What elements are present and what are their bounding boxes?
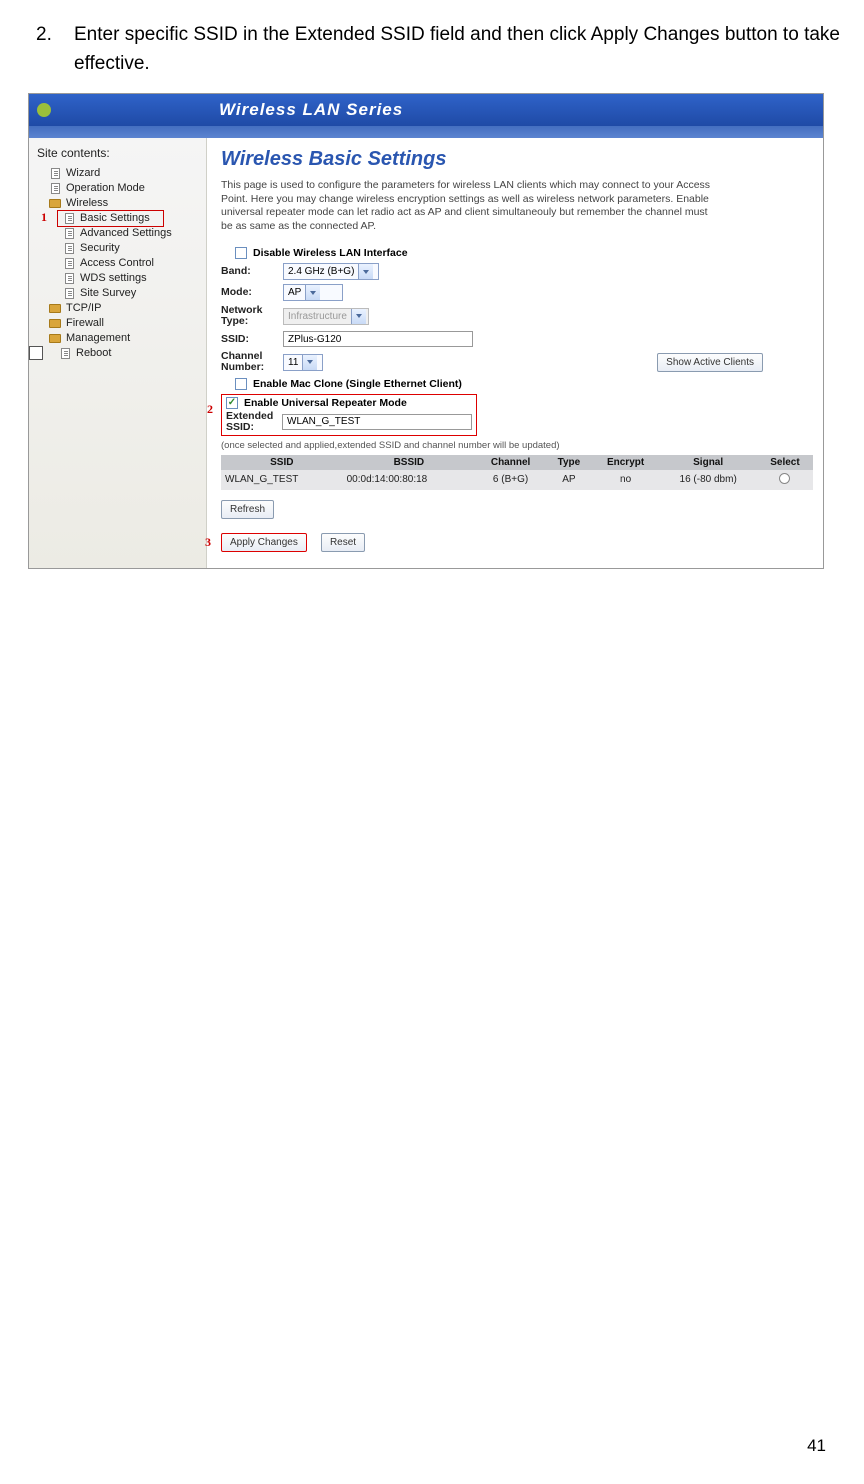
instruction-text: 2. Enter specific SSID in the Extended S… (36, 20, 840, 79)
ext-ssid-label: Extended SSID: (226, 411, 282, 433)
sidebar-item-reboot[interactable]: Reboot (33, 346, 202, 361)
callout-2: 2 (207, 402, 213, 417)
content-pane: Wireless Basic Settings This page is use… (207, 138, 823, 568)
sidebar-item-site-survey[interactable]: Site Survey (33, 286, 202, 301)
apply-changes-button[interactable]: Apply Changes (221, 533, 307, 552)
mac-clone-checkbox[interactable] (235, 378, 247, 390)
sidebar-item-access-control[interactable]: Access Control (33, 256, 202, 271)
folder-icon (49, 334, 61, 343)
col-channel: Channel (475, 455, 546, 470)
disable-wlan-label: Disable Wireless LAN Interface (253, 247, 408, 259)
disable-wlan-checkbox[interactable] (235, 247, 247, 259)
document-icon (65, 258, 74, 269)
nav-tree: Wizard Operation Mode Wireless 1Basic Se… (33, 166, 202, 361)
page-number: 41 (807, 1436, 826, 1456)
repeater-block: 2 Enable Universal Repeater Mode Extende… (221, 394, 813, 436)
app-title: Wireless LAN Series (209, 100, 823, 120)
instruction-body: Enter specific SSID in the Extended SSID… (74, 20, 840, 79)
callout-1: 1 (41, 210, 47, 225)
page-description: This page is used to configure the param… (221, 179, 721, 234)
network-type-select: Infrastructure (283, 308, 369, 325)
document-icon (65, 213, 74, 224)
update-note: (once selected and applied,extended SSID… (221, 440, 813, 451)
cell-channel: 6 (B+G) (475, 470, 546, 490)
document-icon (65, 243, 74, 254)
col-select: Select (757, 455, 813, 470)
document-icon (65, 288, 74, 299)
document-icon (61, 348, 70, 359)
ext-ssid-input[interactable]: WLAN_G_TEST (282, 414, 472, 430)
channel-select[interactable]: 11 (283, 354, 323, 371)
sidebar-item-management[interactable]: Management (33, 331, 202, 346)
cell-ssid: WLAN_G_TEST (221, 470, 343, 490)
cell-signal: 16 (-80 dbm) (659, 470, 757, 490)
document-icon (51, 168, 60, 179)
refresh-button[interactable]: Refresh (221, 500, 274, 519)
col-bssid: BSSID (343, 455, 476, 470)
highlight-box-2: Enable Universal Repeater Mode Extended … (221, 394, 477, 436)
folder-icon (49, 304, 61, 313)
mac-clone-label: Enable Mac Clone (Single Ethernet Client… (253, 378, 462, 390)
scan-table: SSID BSSID Channel Type Encrypt Signal S… (221, 455, 813, 490)
sidebar-item-advanced-settings[interactable]: Advanced Settings (33, 226, 202, 241)
logo-area (29, 94, 209, 126)
chevron-down-icon (302, 355, 317, 370)
instruction-number: 2. (36, 20, 74, 79)
cell-type: AP (546, 470, 592, 490)
repeater-checkbox[interactable] (226, 397, 238, 409)
sub-bar (29, 126, 823, 138)
repeater-label: Enable Universal Repeater Mode (244, 397, 407, 409)
sidebar-item-wireless[interactable]: Wireless (33, 196, 202, 211)
sidebar-item-basic-settings[interactable]: 1Basic Settings (33, 211, 202, 226)
col-encrypt: Encrypt (592, 455, 660, 470)
chevron-down-icon (358, 264, 373, 279)
sidebar-item-wizard[interactable]: Wizard (33, 166, 202, 181)
sidebar-item-wds-settings[interactable]: WDS settings (33, 271, 202, 286)
logo-icon (37, 103, 51, 117)
document-icon (51, 183, 60, 194)
sidebar-header: Site contents: (33, 144, 202, 166)
radio-icon[interactable] (779, 473, 790, 484)
folder-icon (49, 319, 61, 328)
apply-block: 3 Apply Changes (221, 533, 307, 552)
band-label: Band: (221, 266, 283, 277)
sidebar: Site contents: Wizard Operation Mode Wir… (29, 138, 207, 568)
screenshot-frame: Wireless LAN Series Site contents: Wizar… (28, 93, 824, 569)
cell-bssid: 00:0d:14:00:80:18 (343, 470, 476, 490)
col-signal: Signal (659, 455, 757, 470)
chevron-down-icon (305, 285, 320, 300)
document-icon (65, 273, 74, 284)
ssid-input[interactable]: ZPlus-G120 (283, 331, 473, 347)
chevron-down-icon (351, 309, 366, 324)
cell-encrypt: no (592, 470, 660, 490)
mode-label: Mode: (221, 287, 283, 298)
document-icon (65, 228, 74, 239)
mode-select[interactable]: AP (283, 284, 343, 301)
sidebar-item-operation-mode[interactable]: Operation Mode (33, 181, 202, 196)
band-select[interactable]: 2.4 GHz (B+G) (283, 263, 379, 280)
show-active-clients-button[interactable]: Show Active Clients (657, 353, 763, 372)
callout-3: 3 (205, 535, 211, 550)
cell-select[interactable] (757, 470, 813, 490)
ssid-label: SSID: (221, 334, 283, 345)
table-header-row: SSID BSSID Channel Type Encrypt Signal S… (221, 455, 813, 470)
sidebar-item-security[interactable]: Security (33, 241, 202, 256)
reset-button[interactable]: Reset (321, 533, 365, 552)
cursor-icon (29, 346, 43, 360)
folder-icon (49, 199, 61, 208)
col-ssid: SSID (221, 455, 343, 470)
channel-label: Channel Number: (221, 351, 283, 373)
sidebar-item-tcpip[interactable]: TCP/IP (33, 301, 202, 316)
table-row: WLAN_G_TEST 00:0d:14:00:80:18 6 (B+G) AP… (221, 470, 813, 490)
page-heading: Wireless Basic Settings (221, 148, 813, 171)
title-bar: Wireless LAN Series (29, 94, 823, 126)
col-type: Type (546, 455, 592, 470)
network-type-label: Network Type: (221, 305, 283, 327)
sidebar-item-firewall[interactable]: Firewall (33, 316, 202, 331)
